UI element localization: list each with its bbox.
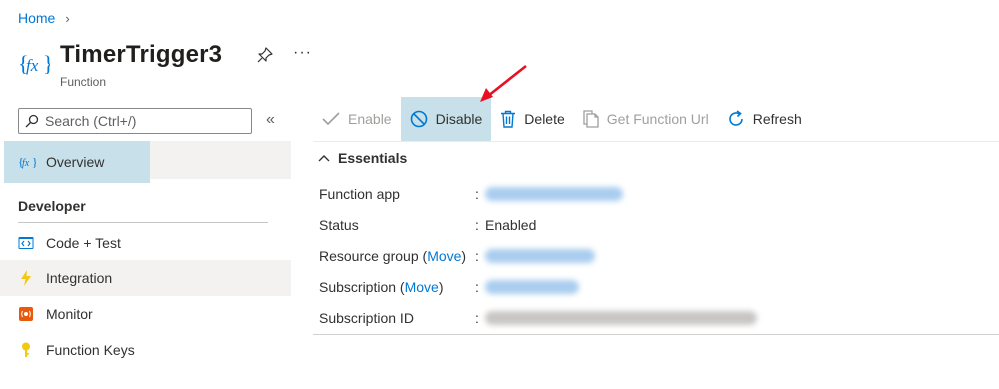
resource-group-label: Resource group <box>319 248 419 264</box>
property-colon: : <box>475 279 479 295</box>
function-icon: { fx } <box>18 155 36 169</box>
section-header-developer: Developer <box>18 198 86 214</box>
property-label: Function app <box>319 186 400 202</box>
sidebar-item-label: Integration <box>46 270 113 286</box>
move-resource-group-link[interactable]: Move <box>427 248 461 264</box>
property-subscription-id: Subscription ID : <box>319 306 999 330</box>
search-input[interactable] <box>45 113 245 129</box>
property-subscription: Subscription (Move) : <box>319 275 999 299</box>
get-function-url-label: Get Function Url <box>606 111 709 127</box>
more-options-button[interactable]: ··· <box>293 44 312 62</box>
property-status: Status : Enabled <box>319 213 999 237</box>
page-title: TimerTrigger3 <box>60 41 223 68</box>
page-subtitle: Function <box>60 75 107 89</box>
breadcrumb-home-link[interactable]: Home <box>18 10 55 26</box>
paren-open: ( <box>418 248 428 264</box>
property-label: Subscription ID <box>319 310 414 326</box>
sidebar-item-label: Overview <box>46 154 105 170</box>
delete-label: Delete <box>524 111 565 127</box>
sidebar-item-overview[interactable]: { fx } Overview <box>4 141 150 183</box>
breadcrumb: Home › <box>18 10 70 26</box>
property-colon: : <box>475 310 479 326</box>
delete-button[interactable]: Delete <box>491 97 573 141</box>
search-icon <box>25 114 39 128</box>
divider <box>313 141 999 142</box>
sidebar-item-code-test[interactable]: Code + Test <box>0 225 291 261</box>
chevron-right-icon: › <box>65 10 70 26</box>
disable-button[interactable]: Disable <box>400 97 492 141</box>
property-resource-group: Resource group (Move) : <box>319 244 999 268</box>
copy-icon <box>583 110 599 128</box>
divider <box>313 334 999 335</box>
paren-close: ) <box>461 248 467 264</box>
svg-text:}: } <box>43 51 50 76</box>
property-label: Status <box>319 217 359 233</box>
sidebar-item-label: Code + Test <box>46 235 121 251</box>
subscription-label: Subscription <box>319 279 397 295</box>
sidebar-item-monitor[interactable]: Monitor <box>0 296 291 332</box>
divider <box>18 222 268 223</box>
lightning-icon <box>18 270 34 286</box>
enable-label: Enable <box>348 111 392 127</box>
paren-open: ( <box>396 279 405 295</box>
property-colon: : <box>475 186 479 202</box>
svg-text:fx: fx <box>26 56 39 75</box>
function-icon: { fx } <box>18 51 50 76</box>
refresh-button[interactable]: Refresh <box>718 97 811 141</box>
trash-icon <box>501 110 516 128</box>
redacted-value[interactable] <box>485 187 623 201</box>
sidebar-item-label: Monitor <box>46 306 93 322</box>
property-label: Subscription (Move) <box>319 279 475 295</box>
pin-icon[interactable] <box>256 46 274 64</box>
property-colon: : <box>475 217 479 233</box>
disable-label: Disable <box>435 111 483 127</box>
paren-close: ) <box>438 279 444 295</box>
redacted-value[interactable] <box>485 249 595 263</box>
enable-button[interactable]: Enable <box>313 97 401 141</box>
get-function-url-button[interactable]: Get Function Url <box>574 97 718 141</box>
property-colon: : <box>475 248 479 264</box>
overview-row-background <box>150 141 291 179</box>
collapse-sidebar-button[interactable]: « <box>266 111 275 129</box>
svg-text:fx: fx <box>22 158 30 169</box>
status-value: Enabled <box>485 217 537 233</box>
essentials-title: Essentials <box>338 150 408 166</box>
sidebar-item-label: Function Keys <box>46 342 135 358</box>
sidebar-item-function-keys[interactable]: Function Keys <box>0 332 291 368</box>
prohibited-icon <box>410 110 427 128</box>
key-icon <box>18 342 34 358</box>
sidebar-item-integration[interactable]: Integration <box>0 260 291 296</box>
sidebar-search[interactable] <box>18 108 252 134</box>
refresh-icon <box>728 110 743 126</box>
code-test-icon <box>18 235 34 251</box>
refresh-label: Refresh <box>752 111 802 127</box>
svg-text:}: } <box>32 155 36 169</box>
redacted-value[interactable] <box>485 280 579 294</box>
essentials-toggle[interactable]: Essentials <box>318 150 407 166</box>
command-bar: Enable Disable Delete Get Function Url R… <box>313 97 811 141</box>
monitor-icon <box>18 306 34 322</box>
move-subscription-link[interactable]: Move <box>405 279 439 295</box>
chevron-up-icon <box>318 155 330 162</box>
redacted-value <box>485 311 757 325</box>
checkmark-icon <box>322 112 340 126</box>
property-function-app: Function app : <box>319 182 999 206</box>
property-label: Resource group (Move) <box>319 248 475 264</box>
